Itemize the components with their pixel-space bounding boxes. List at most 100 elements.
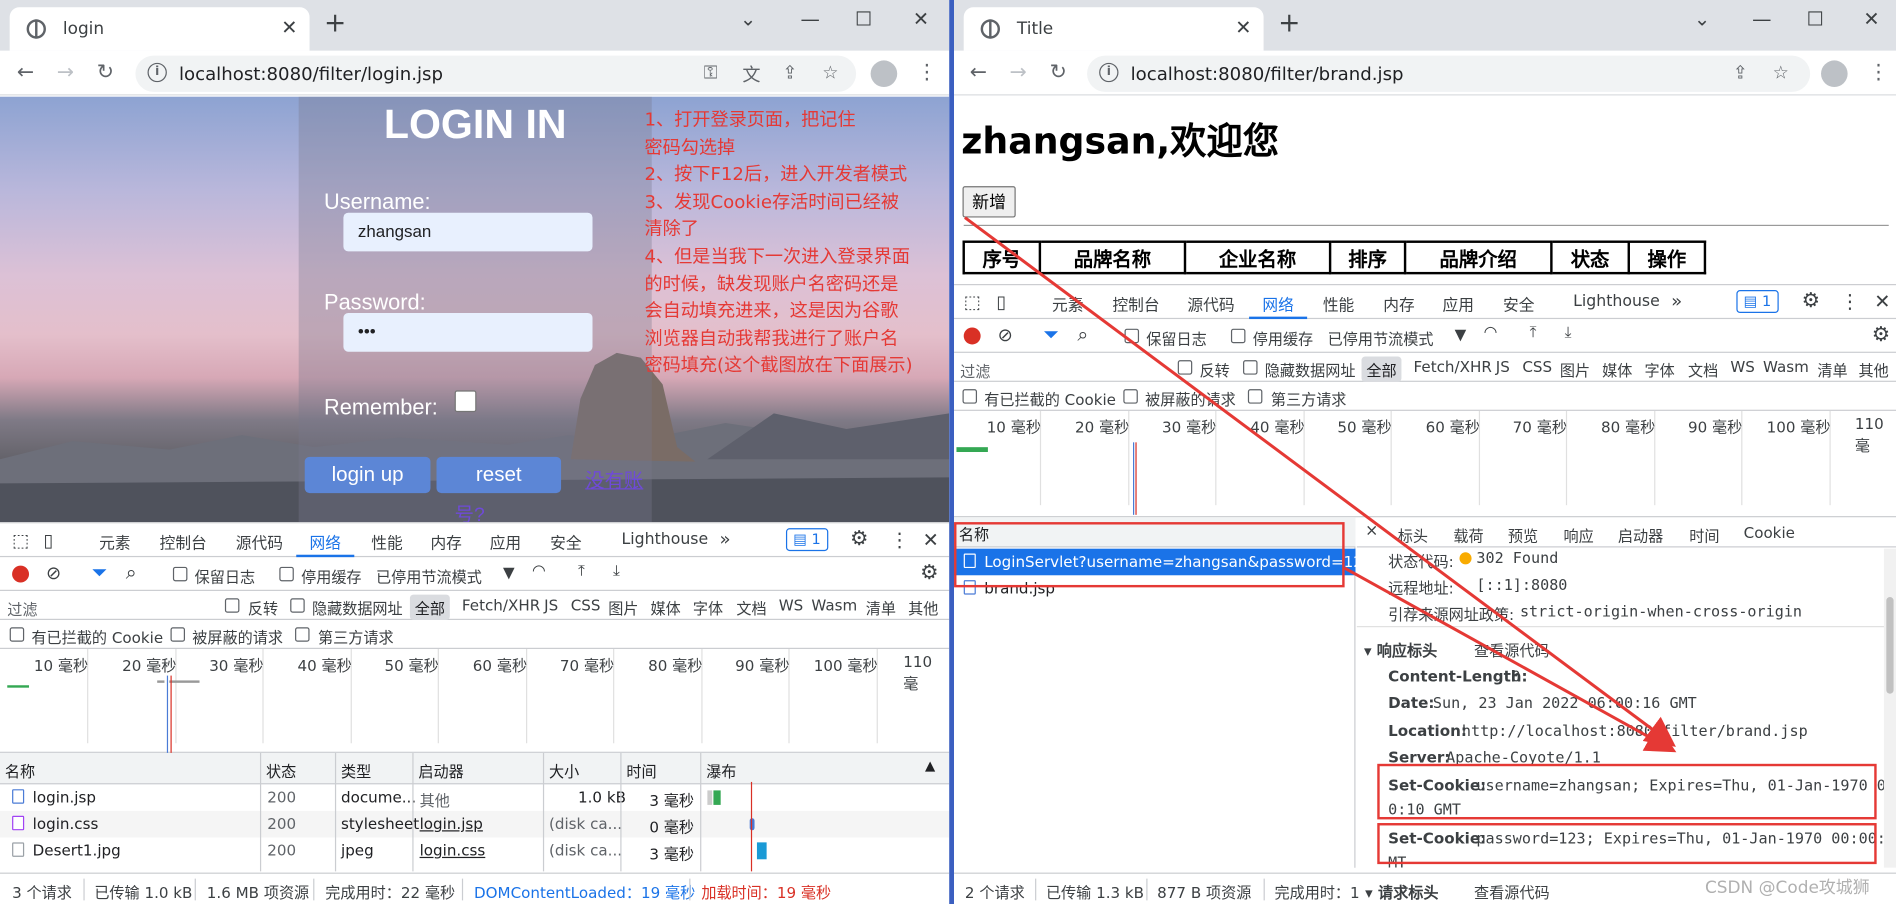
type-all[interactable]: 全部 xyxy=(409,594,450,620)
hide-data-urls-checkbox[interactable] xyxy=(290,598,305,613)
disable-cache-checkbox[interactable] xyxy=(1230,328,1246,344)
tab-performance[interactable]: 性能 xyxy=(371,531,402,553)
throttle-select[interactable]: 已停用节流模式 xyxy=(376,564,482,587)
device-toggle-icon[interactable]: ▯ xyxy=(44,529,54,551)
type-ws[interactable]: WS xyxy=(779,596,804,614)
settings-gear-icon[interactable]: ⚙ xyxy=(850,527,868,551)
search-icon[interactable]: ⌕ xyxy=(126,561,137,585)
cell-initiator[interactable]: login.jsp xyxy=(420,815,483,833)
detail-tab-cookies[interactable]: Cookie xyxy=(1744,523,1795,541)
close-window-icon[interactable]: ✕ xyxy=(1863,7,1879,30)
add-button[interactable]: 新增 xyxy=(962,186,1016,218)
inspect-icon[interactable]: ⬚ xyxy=(12,529,29,551)
chevron-down-icon[interactable]: ⌄ xyxy=(1694,7,1710,30)
third-party-checkbox[interactable] xyxy=(295,627,310,642)
blocked-requests-checkbox[interactable] xyxy=(1123,389,1138,404)
star-icon[interactable]: ☆ xyxy=(1773,62,1789,84)
type-js[interactable]: JS xyxy=(1496,358,1510,376)
menu-dots-icon[interactable]: ⋮ xyxy=(917,60,938,84)
close-tab-icon[interactable]: ✕ xyxy=(281,16,297,39)
search-icon[interactable]: ⌕ xyxy=(1077,323,1088,347)
tab-login[interactable]: login ✕ xyxy=(9,7,310,51)
type-wasm[interactable]: Wasm xyxy=(811,596,857,614)
chevron-down-icon[interactable]: ⌄ xyxy=(740,7,756,30)
detail-tab-headers[interactable]: 标头 xyxy=(1398,523,1428,546)
view-source-link[interactable]: 查看源代码 xyxy=(1474,638,1550,661)
detail-tab-timing[interactable]: 时间 xyxy=(1689,523,1719,546)
invert-checkbox[interactable] xyxy=(224,598,240,613)
forward-icon[interactable]: → xyxy=(1010,60,1027,84)
issues-badge[interactable]: ▤ 1 xyxy=(1736,290,1779,314)
type-manifest[interactable]: 清单 xyxy=(866,596,896,619)
type-doc[interactable]: 文档 xyxy=(736,596,766,619)
minimize-icon[interactable]: — xyxy=(1752,7,1771,30)
reset-button[interactable]: reset xyxy=(436,456,562,494)
close-tab-icon[interactable]: ✕ xyxy=(1235,16,1251,39)
register-link-cont[interactable]: 号? xyxy=(455,498,485,522)
type-other[interactable]: 其他 xyxy=(908,596,938,619)
scrollbar[interactable] xyxy=(1883,548,1896,868)
dropdown-arrow-icon[interactable]: ▼ xyxy=(503,563,515,581)
preserve-log-checkbox[interactable] xyxy=(172,566,188,582)
detail-tab-preview[interactable]: 预览 xyxy=(1508,523,1538,546)
tab-network[interactable]: 网络 xyxy=(1262,292,1293,315)
detail-close-icon[interactable]: × xyxy=(1365,522,1378,540)
cell-initiator[interactable]: login.css xyxy=(420,841,486,859)
key-icon[interactable]: ⚿ xyxy=(704,62,718,84)
more-tabs-icon[interactable]: » xyxy=(1671,290,1682,312)
invert-checkbox[interactable] xyxy=(1177,360,1193,375)
devtools-close-icon[interactable]: ✕ xyxy=(1874,290,1890,313)
col-type[interactable]: 类型 xyxy=(341,759,371,782)
address-bar[interactable]: i localhost:8080/filter/brand.jsp ⇪ ☆ xyxy=(1087,55,1811,92)
type-css[interactable]: CSS xyxy=(1522,358,1552,376)
tab-application[interactable]: 应用 xyxy=(1443,292,1474,315)
translate-icon[interactable]: 文 xyxy=(742,62,760,87)
tab-memory[interactable]: 内存 xyxy=(1383,292,1414,315)
filter-input[interactable]: 过滤 xyxy=(7,597,37,620)
wifi-icon[interactable]: ◠ xyxy=(1484,324,1498,342)
tab-lighthouse[interactable]: Lighthouse xyxy=(1573,292,1660,310)
tab-lighthouse[interactable]: Lighthouse xyxy=(622,531,709,549)
type-font[interactable]: 字体 xyxy=(693,596,723,619)
type-img[interactable]: 图片 xyxy=(1560,358,1590,381)
type-fetch[interactable]: Fetch/XHR xyxy=(462,596,540,614)
tab-elements[interactable]: 元素 xyxy=(99,531,130,553)
profile-avatar[interactable] xyxy=(870,60,898,88)
devtools-close-icon[interactable]: ✕ xyxy=(923,528,939,551)
table-row[interactable]: login.css 200 stylesheet login.jsp (disk… xyxy=(0,810,950,838)
type-js[interactable]: JS xyxy=(544,596,558,614)
blocked-cookies-checkbox[interactable] xyxy=(962,389,978,404)
type-manifest[interactable]: 清单 xyxy=(1817,358,1847,381)
type-media[interactable]: 媒体 xyxy=(651,596,681,619)
type-css[interactable]: CSS xyxy=(571,596,601,614)
blocked-cookies-checkbox[interactable] xyxy=(9,627,25,642)
col-waterfall[interactable]: 瀑布 xyxy=(706,759,736,782)
clear-icon[interactable]: ⊘ xyxy=(998,324,1013,346)
back-icon[interactable]: ← xyxy=(970,60,987,84)
type-doc[interactable]: 文档 xyxy=(1688,358,1718,381)
col-size[interactable]: 大小 xyxy=(549,759,579,782)
devtools-menu-icon[interactable]: ⋮ xyxy=(890,528,909,551)
col-name[interactable]: 名称 xyxy=(5,759,35,782)
inspect-icon[interactable]: ⬚ xyxy=(964,291,981,313)
remember-checkbox[interactable] xyxy=(454,390,477,413)
login-button[interactable]: login up xyxy=(304,456,431,494)
new-tab-icon[interactable]: + xyxy=(324,10,346,37)
maximize-icon[interactable]: ☐ xyxy=(855,7,872,30)
type-other[interactable]: 其他 xyxy=(1859,358,1889,381)
wifi-icon[interactable]: ◠ xyxy=(532,562,546,580)
tab-security[interactable]: 安全 xyxy=(550,531,581,553)
info-icon[interactable]: i xyxy=(147,62,167,83)
share-icon[interactable]: ⇪ xyxy=(1733,62,1748,84)
scrollbar-thumb[interactable] xyxy=(1886,597,1894,694)
col-initiator[interactable]: 启动器 xyxy=(418,759,463,782)
menu-dots-icon[interactable]: ⋮ xyxy=(1868,60,1889,84)
clear-icon[interactable]: ⊘ xyxy=(46,562,61,584)
table-row[interactable]: Desert1.jpg 200 jpeg login.css (disk ca.… xyxy=(0,838,949,865)
devtools-menu-icon[interactable]: ⋮ xyxy=(1840,290,1859,313)
throttle-select[interactable]: 已停用节流模式 xyxy=(1328,326,1434,349)
tab-security[interactable]: 安全 xyxy=(1503,292,1534,315)
view-source-link-2[interactable]: 查看源代码 xyxy=(1474,880,1550,903)
settings-gear-icon[interactable]: ⚙ xyxy=(1802,289,1820,313)
network-settings-icon[interactable]: ⚙ xyxy=(920,561,938,585)
